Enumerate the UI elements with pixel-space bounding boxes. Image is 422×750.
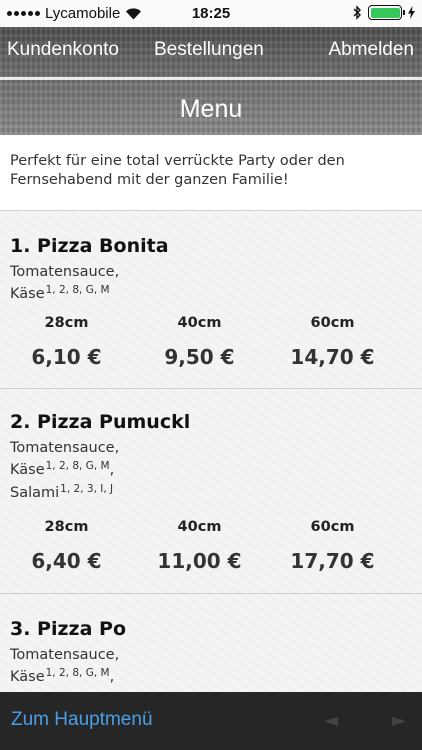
bottom-toolbar: Zum Hauptmenü ◄ ► xyxy=(0,692,422,750)
menu-content[interactable]: Perfekt für eine total verrückte Party o… xyxy=(0,135,422,692)
size-label: 40cm xyxy=(177,315,222,331)
status-bar: Lycamobile 18:25 xyxy=(0,0,422,27)
menu-intro: Perfekt für eine total verrückte Party o… xyxy=(0,135,422,211)
ingredient: Tomatensauce, xyxy=(10,437,412,459)
main-menu-button[interactable]: Zum Hauptmenü xyxy=(11,709,153,731)
menu-item-name: 1. Pizza Bonita xyxy=(10,235,169,257)
price-table: 28cm 6,40 € 40cm 11,00 € 60cm 17,70 € xyxy=(0,519,422,573)
price-value: 11,00 € xyxy=(157,549,242,573)
ingredient: Käse1, 2, 8, G, M, xyxy=(10,666,412,689)
nav-account-link[interactable]: Kundenkonto xyxy=(7,39,119,61)
menu-item[interactable]: 1. Pizza Bonita Tomatensauce, Käse1, 2, 8,… xyxy=(0,211,422,389)
price-option[interactable]: 60cm 14,70 € xyxy=(266,315,399,369)
battery-level xyxy=(370,7,400,18)
size-label: 28cm xyxy=(44,519,89,535)
ingredient: Käse1, 2, 8, G, M xyxy=(10,283,412,306)
menu-item-name: 3. Pizza Po xyxy=(10,618,127,640)
ingredient-name: Salami xyxy=(10,485,60,501)
ingredient-separator: , xyxy=(109,669,115,685)
size-label: 40cm xyxy=(177,519,222,535)
price-option[interactable]: 28cm 6,10 € xyxy=(0,315,133,369)
allergen-codes: 1, 2, 8, G, M xyxy=(45,667,110,679)
price-value: 6,10 € xyxy=(31,345,102,369)
top-nav: Kundenkonto Bestellungen Abmelden xyxy=(0,39,422,65)
ingredient-name: Käse xyxy=(10,462,45,478)
ingredient: Tomatensauce, xyxy=(10,644,412,666)
price-value: 9,50 € xyxy=(164,345,235,369)
ingredient-name: Tomatensauce, xyxy=(10,647,120,663)
ingredient-name: Tomatensauce, xyxy=(10,440,120,456)
size-label: 28cm xyxy=(44,315,89,331)
next-arrow-icon[interactable]: ► xyxy=(392,710,406,731)
nav-orders-link[interactable]: Bestellungen xyxy=(154,39,264,61)
size-label: 60cm xyxy=(310,519,355,535)
price-option[interactable]: 40cm 11,00 € xyxy=(133,519,266,573)
ingredient-name: Tomatensauce, xyxy=(10,264,120,280)
price-value: 6,40 € xyxy=(31,549,102,573)
price-value: 14,70 € xyxy=(290,345,375,369)
status-right xyxy=(353,5,415,20)
nav-logout-link[interactable]: Abmelden xyxy=(328,39,414,61)
ingredient: Tomatensauce, xyxy=(10,261,412,283)
menu-item-list: 1. Pizza Bonita Tomatensauce, Käse1, 2, 8,… xyxy=(0,211,422,692)
allergen-codes: 1, 2, 8, G, M xyxy=(45,460,110,472)
battery-icon xyxy=(368,5,405,20)
previous-arrow-icon[interactable]: ◄ xyxy=(324,710,338,731)
price-option[interactable]: 40cm 9,50 € xyxy=(133,315,266,369)
bluetooth-icon xyxy=(353,5,361,20)
menu-item[interactable]: 2. Pizza Pumuckl Tomatensauce, Käse1, 2, 8… xyxy=(0,389,422,594)
menu-item[interactable]: 3. Pizza Po Tomatensauce, Käse1, 2, 8, G, … xyxy=(0,594,422,692)
price-option[interactable]: 28cm 6,40 € xyxy=(0,519,133,573)
price-option[interactable]: 60cm 17,70 € xyxy=(266,519,399,573)
ingredient-separator: , xyxy=(109,462,115,478)
ingredient-name: Käse xyxy=(10,286,45,302)
allergen-codes: 1, 2, 3, I, J xyxy=(60,483,114,495)
ingredient-name: Käse xyxy=(10,669,45,685)
charging-icon xyxy=(408,6,415,19)
header-divider xyxy=(0,77,422,80)
allergen-codes: 1, 2, 8, G, M xyxy=(45,284,110,296)
header: Kundenkonto Bestellungen Abmelden Menu xyxy=(0,27,422,135)
price-table: 28cm 6,10 € 40cm 9,50 € 60cm 14,70 € xyxy=(0,315,422,369)
price-value: 17,70 € xyxy=(290,549,375,573)
ingredient: Käse1, 2, 8, G, M, xyxy=(10,459,412,482)
menu-item-name: 2. Pizza Pumuckl xyxy=(10,411,191,433)
page-title: Menu xyxy=(179,95,243,123)
size-label: 60cm xyxy=(310,315,355,331)
ingredient: Salami1, 2, 3, I, J xyxy=(10,482,412,505)
